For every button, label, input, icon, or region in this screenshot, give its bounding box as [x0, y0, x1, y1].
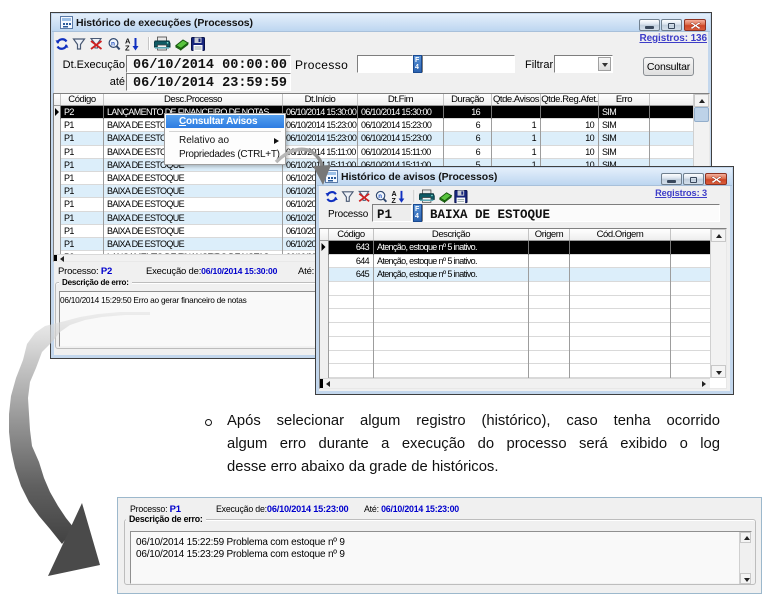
- svg-text:Z: Z: [391, 197, 396, 203]
- svg-text:n: n: [111, 41, 115, 48]
- svg-text:Z: Z: [125, 44, 130, 52]
- svg-text:n: n: [378, 193, 382, 200]
